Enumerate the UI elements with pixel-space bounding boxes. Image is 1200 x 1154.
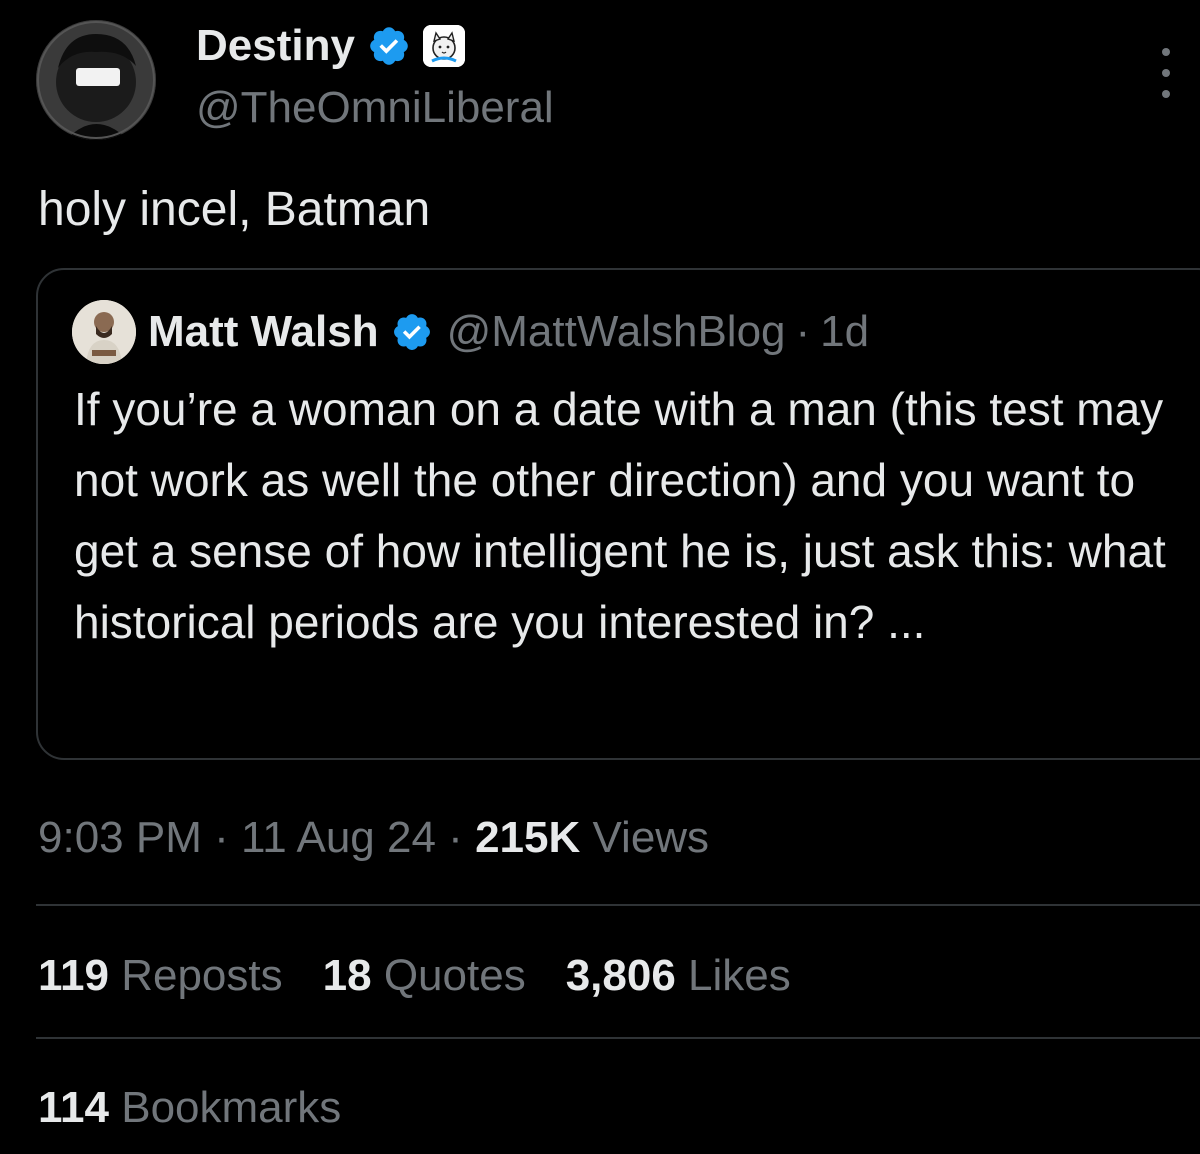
separator-dot: · (795, 307, 811, 356)
likes-label: Likes (688, 951, 791, 1000)
author-name[interactable]: Destiny (196, 18, 355, 74)
separator-dot: · (448, 813, 463, 862)
tweet-detail: Destiny @TheOmniLiberal holy incel, Batm… (0, 0, 1200, 1154)
views-label: Views (592, 813, 710, 862)
quotes-count: 18 (322, 951, 372, 1000)
bookmarks-stat[interactable]: 114 Bookmarks (38, 1078, 341, 1138)
more-options-icon (1162, 48, 1170, 56)
tweet-text: holy incel, Batman (38, 183, 431, 236)
verified-badge-icon (393, 314, 430, 350)
quoted-tweet[interactable]: Matt Walsh @MattWalshBlog · 1d If you’re… (36, 268, 1200, 760)
quoted-timestamp[interactable]: 1d (820, 302, 869, 362)
more-options-button[interactable] (1154, 48, 1178, 98)
verified-badge-icon (370, 27, 408, 65)
author-name-row[interactable]: Destiny (196, 18, 465, 74)
likes-stat[interactable]: 3,806 Likes (566, 946, 791, 1006)
views-count: 215K (475, 813, 581, 862)
separator-dot: · (214, 813, 229, 862)
avatar-image (36, 20, 156, 140)
more-options-icon (1162, 69, 1170, 77)
reposts-stat[interactable]: 119 Reposts (38, 946, 283, 1006)
reposts-count: 119 (38, 951, 109, 1000)
likes-count: 3,806 (565, 951, 676, 1000)
author-handle[interactable]: @TheOmniLiberal (196, 80, 554, 136)
quotes-stat[interactable]: 18 Quotes (323, 946, 526, 1006)
quoted-tweet-header: Matt Walsh @MattWalshBlog · 1d (72, 300, 869, 364)
engagement-stats: 119 Reposts 18 Quotes 3,806 Likes (38, 946, 791, 1006)
bookmarks-count: 114 (38, 1083, 109, 1132)
quoted-author-avatar[interactable] (72, 300, 136, 364)
bookmarks-label: Bookmarks (121, 1083, 342, 1132)
author-avatar[interactable] (36, 20, 156, 140)
quoted-author-handle[interactable]: @MattWalshBlog (447, 302, 786, 362)
tweet-date[interactable]: 11 Aug 24 (241, 813, 436, 862)
quotes-label: Quotes (383, 951, 526, 1000)
tweet-meta: 9:03 PM · 11 Aug 24 · 215K Views (38, 808, 709, 868)
divider (36, 1037, 1200, 1039)
quoted-author-name[interactable]: Matt Walsh (148, 302, 379, 362)
more-options-icon (1162, 90, 1170, 98)
reposts-label: Reposts (121, 951, 283, 1000)
affiliate-badge-icon[interactable] (422, 25, 465, 67)
quoted-tweet-text: If you’re a woman on a date with a man (… (74, 383, 1166, 648)
tweet-time[interactable]: 9:03 PM (38, 813, 202, 862)
divider (36, 904, 1200, 906)
